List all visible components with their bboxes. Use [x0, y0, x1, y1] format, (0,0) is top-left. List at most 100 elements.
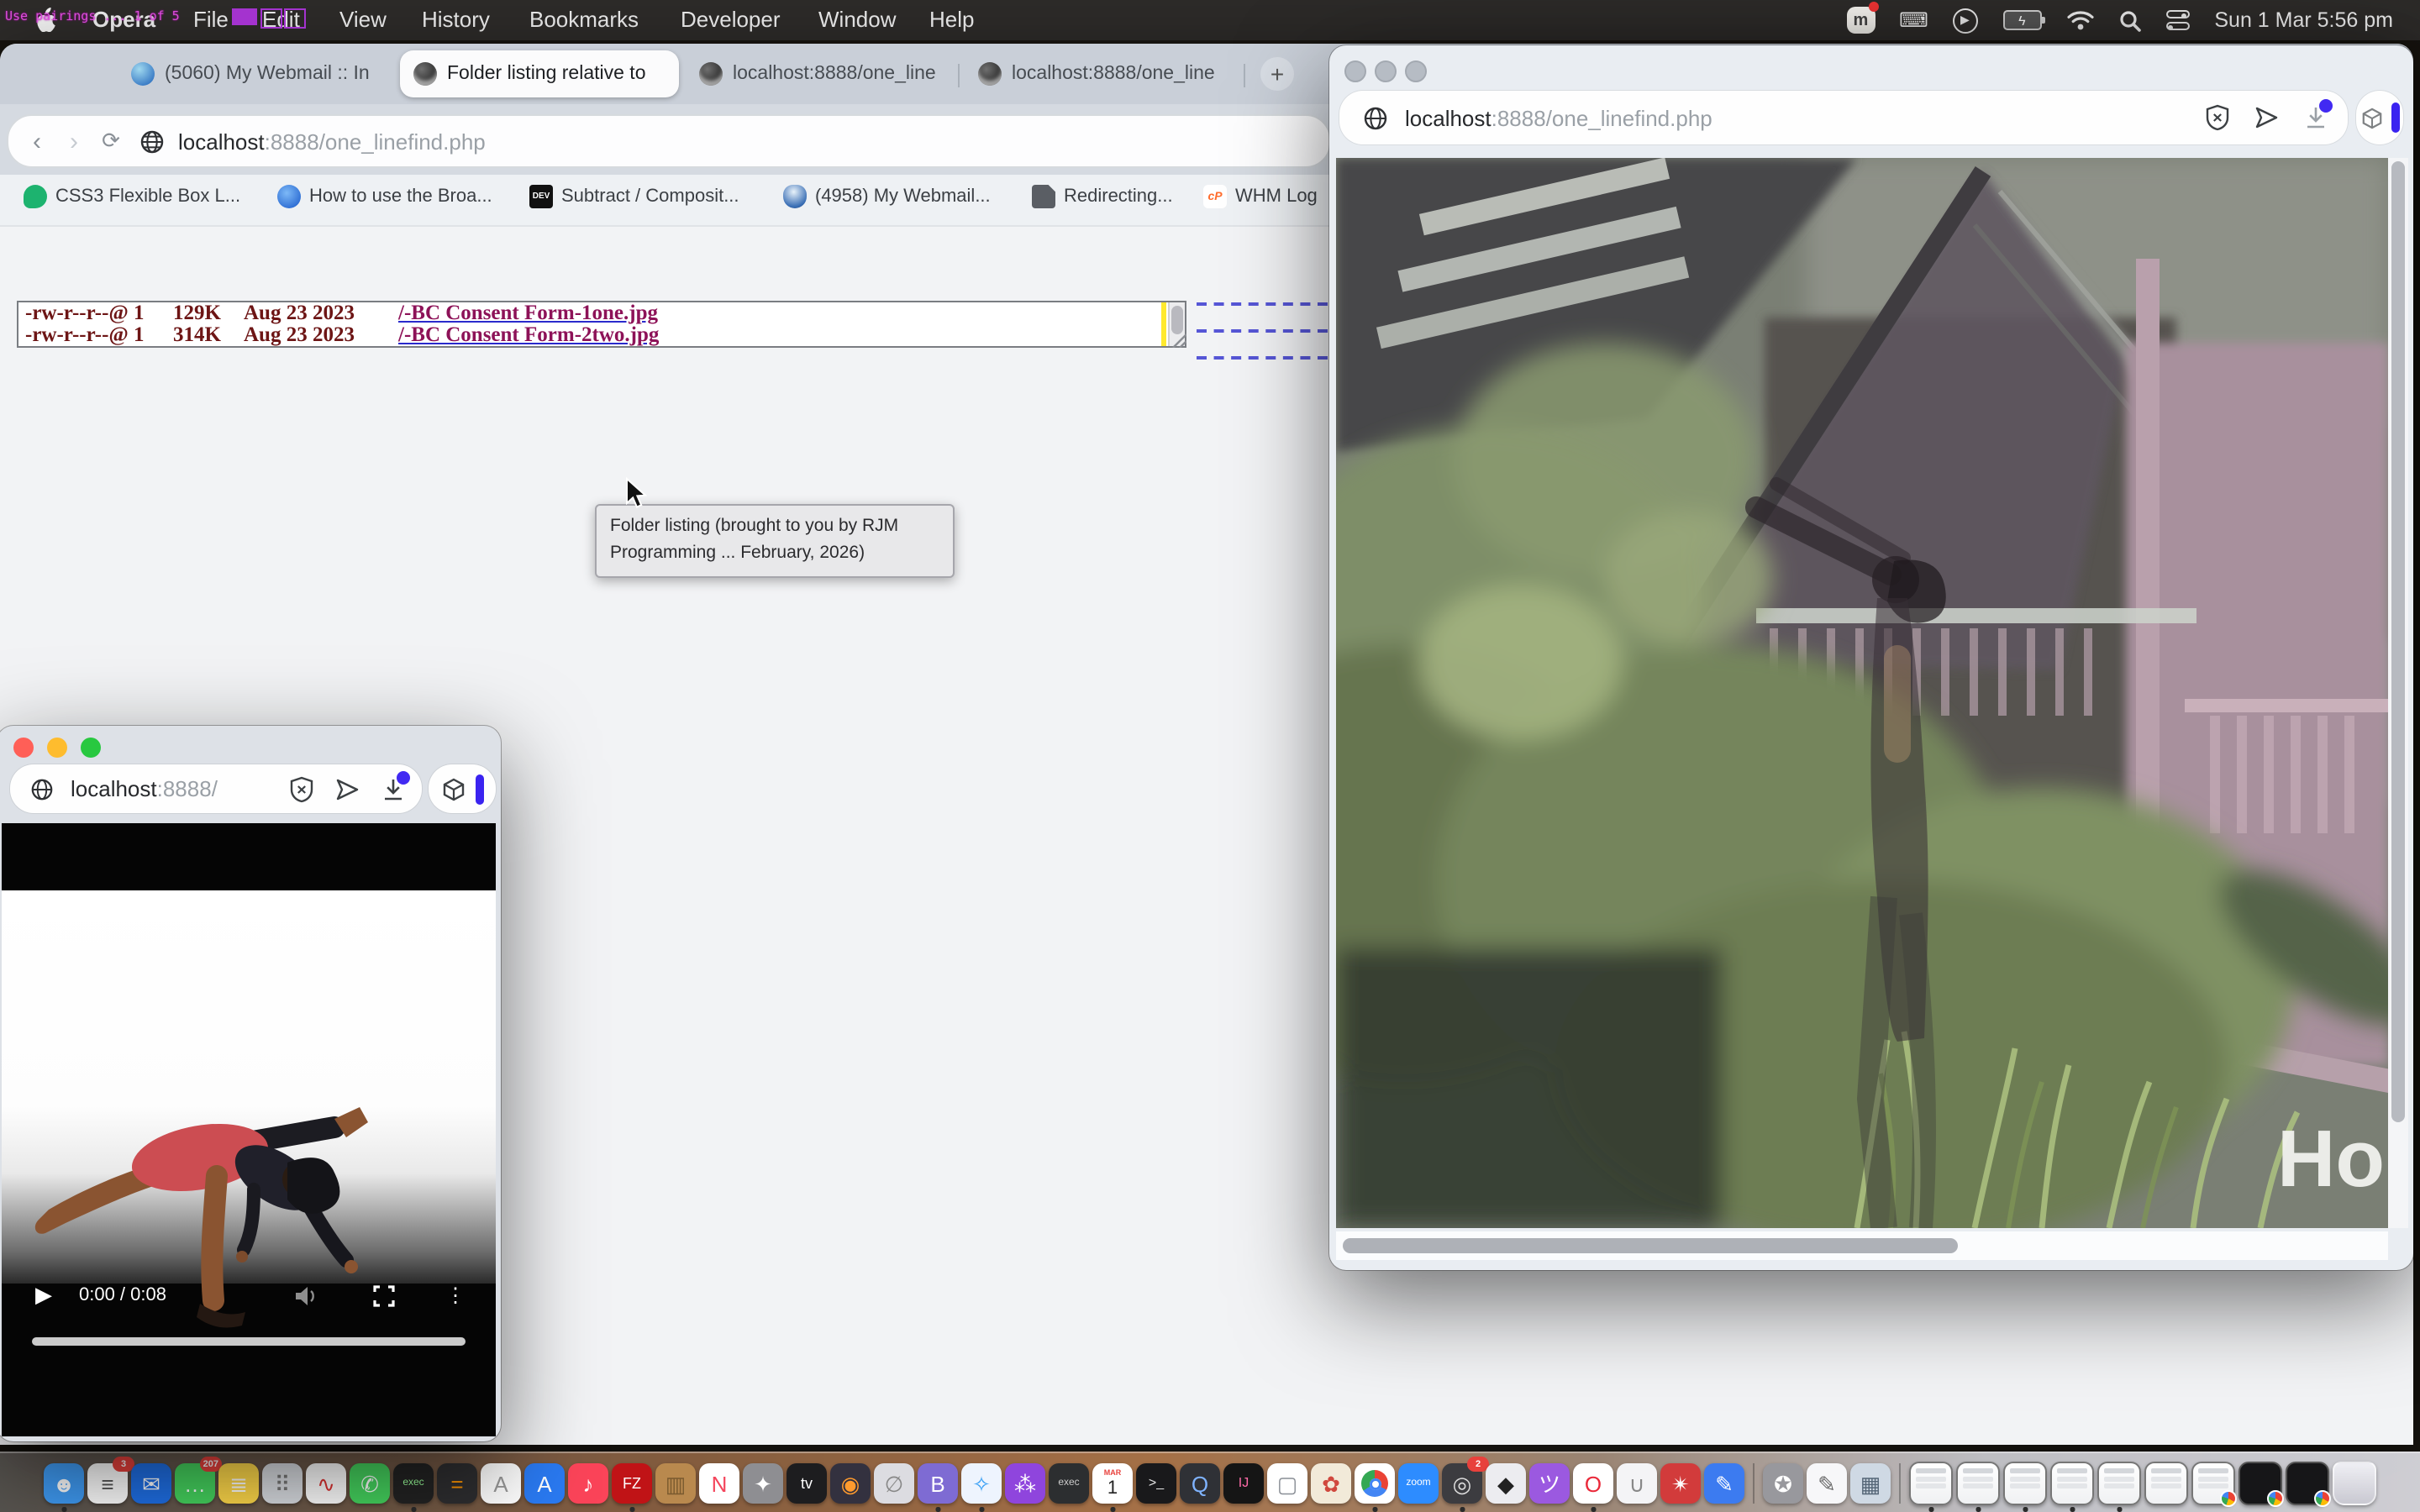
fullscreen-icon[interactable]: [373, 1284, 395, 1306]
dock-tooth-icon[interactable]: ∪: [1617, 1463, 1657, 1504]
battery-charging-icon[interactable]: ϟ: [2002, 10, 2041, 30]
dock-zoom-icon[interactable]: zoom: [1398, 1463, 1439, 1504]
menu-bookmarks[interactable]: Bookmarks: [529, 7, 639, 32]
dock-window-thumbnail-icon[interactable]: [1956, 1462, 2000, 1505]
play-button[interactable]: ▶: [35, 1282, 52, 1309]
new-tab-button[interactable]: +: [1260, 57, 1294, 91]
control-center-icon[interactable]: [2165, 10, 2189, 30]
send-icon[interactable]: [2254, 106, 2281, 129]
dock-music-icon[interactable]: ♪: [568, 1463, 608, 1504]
dock-firefox-icon[interactable]: ◉: [830, 1463, 871, 1504]
dock-reminders-icon[interactable]: ≡3: [87, 1463, 128, 1504]
bookmark-webmail[interactable]: (4958) My Webmail...: [783, 185, 991, 208]
bookmark-broadcast[interactable]: How to use the Broa...: [277, 185, 492, 208]
menu-view[interactable]: View: [339, 7, 387, 32]
menu-history[interactable]: History: [422, 7, 490, 32]
address-bar[interactable]: localhost:8888/: [10, 764, 422, 813]
dock-window-thumbnail-icon[interactable]: [2191, 1462, 2235, 1505]
vertical-scrollbar[interactable]: [2388, 158, 2408, 1228]
address-bar[interactable]: ‹ › ⟳ localhost:8888/one_linefind.php: [7, 114, 1331, 168]
dock-window-thumbnail-icon[interactable]: [2003, 1462, 2047, 1505]
bookmark-css3[interactable]: CSS3 Flexible Box L...: [24, 185, 240, 208]
dock-opera-icon[interactable]: O: [1573, 1463, 1613, 1504]
dock-window-thumbnail-icon[interactable]: [1909, 1462, 1953, 1505]
menu-developer[interactable]: Developer: [681, 7, 781, 32]
close-window-button[interactable]: [1344, 60, 1366, 82]
dock-notes-icon[interactable]: ≣: [218, 1463, 259, 1504]
resize-handle-icon[interactable]: [1170, 331, 1186, 348]
bookmark-dev[interactable]: DEV Subtract / Composit...: [529, 185, 739, 208]
extension-pill[interactable]: [2356, 91, 2403, 144]
send-icon[interactable]: [334, 777, 361, 801]
back-button[interactable]: ‹: [18, 127, 55, 155]
bookmark-whm[interactable]: cP WHM Log: [1203, 185, 1318, 208]
dock-notes-document-icon[interactable]: ✎: [1807, 1463, 1847, 1504]
horizontal-scrollbar-thumb[interactable]: [1343, 1238, 1958, 1253]
minimize-window-button[interactable]: [47, 738, 67, 758]
dock-textedit-icon[interactable]: A: [481, 1463, 521, 1504]
bookmark-redirecting[interactable]: Redirecting...: [1032, 185, 1173, 208]
dock-calculator-icon[interactable]: =: [437, 1463, 477, 1504]
dock-filezilla-icon[interactable]: FZ: [612, 1463, 652, 1504]
dock-preview-icon[interactable]: ▢: [1267, 1463, 1307, 1504]
extension-pill[interactable]: [429, 764, 496, 813]
file-link[interactable]: /-BC Consent Form-2two.jpg: [398, 323, 659, 346]
dock-seamonkey-icon[interactable]: ✴: [1660, 1463, 1701, 1504]
dock-mail-icon[interactable]: ✉: [131, 1463, 171, 1504]
menubar-clock[interactable]: Sun 1 Mar 5:56 pm: [2214, 8, 2393, 32]
mute-icon[interactable]: [294, 1284, 319, 1306]
download-icon[interactable]: [2304, 106, 2328, 129]
overflow-menu-icon[interactable]: ⋮: [445, 1284, 466, 1307]
dock-exec-window-icon[interactable]: exec: [1049, 1463, 1089, 1504]
address-bar[interactable]: localhost:8888/one_linefind.php: [1339, 91, 2348, 144]
dock-intellij-icon[interactable]: IJ: [1223, 1463, 1264, 1504]
video-player[interactable]: ▶ 0:00 / 0:08 ⋮: [2, 823, 496, 1436]
reload-button[interactable]: ⟳: [92, 128, 129, 155]
dock-podcasts-icon[interactable]: ⁂: [1005, 1463, 1045, 1504]
dock-messages-icon[interactable]: …207: [175, 1463, 215, 1504]
dock-bbedit-icon[interactable]: B: [918, 1463, 958, 1504]
download-icon[interactable]: [381, 777, 405, 801]
dock-package-icon[interactable]: ▥: [655, 1463, 696, 1504]
dock-terminal-exec-icon[interactable]: exec: [393, 1463, 434, 1504]
dock-window-thumbnail-icon[interactable]: [2097, 1462, 2141, 1505]
tab-folder-listing-active[interactable]: Folder listing relative to: [400, 50, 679, 97]
dock-app-store-icon[interactable]: A: [524, 1463, 565, 1504]
dock-safari-icon[interactable]: ✧: [961, 1463, 1002, 1504]
dock-finder-icon[interactable]: ☻: [44, 1463, 84, 1504]
play-circle-icon[interactable]: ▶: [1952, 8, 1977, 33]
dock-chrome-icon[interactable]: [1355, 1463, 1395, 1504]
spotlight-search-icon[interactable]: [2118, 9, 2140, 31]
dock-apple-tv-icon[interactable]: tv: [786, 1463, 827, 1504]
dock-launchpad-icon[interactable]: ⠿: [262, 1463, 302, 1504]
dock-window-thumbnail-icon[interactable]: [2144, 1462, 2188, 1505]
keyboard-icon[interactable]: ⌨: [1900, 7, 1927, 34]
wifi-icon[interactable]: [2066, 10, 2093, 30]
tab-webmail[interactable]: (5060) My Webmail :: In: [118, 50, 417, 97]
listing-scrollbar-thumb[interactable]: [1171, 305, 1183, 333]
dock-inkscape-icon[interactable]: ◆: [1486, 1463, 1526, 1504]
file-link[interactable]: /-BC Consent Form-1one.jpg: [398, 301, 658, 324]
video-content[interactable]: Ho: [1336, 158, 2388, 1228]
dock-facetime-icon[interactable]: ✆: [350, 1463, 390, 1504]
dock-gimp-icon[interactable]: ✦: [743, 1463, 783, 1504]
dock-window-thumbnail-icon[interactable]: [2050, 1462, 2094, 1505]
tab-localhost-1[interactable]: localhost:8888/one_line: [686, 50, 973, 97]
zoom-window-button[interactable]: [81, 738, 101, 758]
dock-news-icon[interactable]: N: [699, 1463, 739, 1504]
dock-no-sign-icon[interactable]: ∅: [874, 1463, 914, 1504]
shield-block-icon[interactable]: [289, 775, 314, 802]
dock-window-thumbnail-dark-icon[interactable]: [2238, 1462, 2282, 1505]
zoom-window-button[interactable]: [1405, 60, 1427, 82]
cube-icon[interactable]: [2360, 107, 2382, 129]
menu-file[interactable]: File: [193, 7, 229, 32]
dock-window-thumbnail-dark-icon[interactable]: [2286, 1462, 2329, 1505]
dock-pen-app-icon[interactable]: ✎: [1704, 1463, 1744, 1504]
tab-localhost-2[interactable]: localhost:8888/one_line: [965, 50, 1260, 97]
forward-button[interactable]: ›: [55, 127, 92, 155]
dock-grapher-icon[interactable]: ∿: [306, 1463, 346, 1504]
dock-calendar-icon[interactable]: MAR1: [1092, 1463, 1133, 1504]
dock-paint-icon[interactable]: ✿: [1311, 1463, 1351, 1504]
music-app-menubar-icon[interactable]: m: [1846, 7, 1875, 34]
dock-panda-app-icon[interactable]: ツ: [1529, 1463, 1570, 1504]
